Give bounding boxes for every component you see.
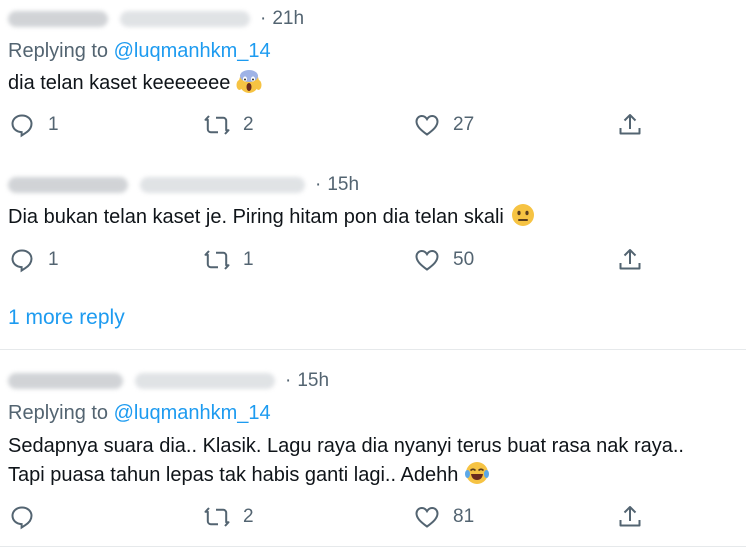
replying-to: Replying to @luqmanhkm_14 xyxy=(8,402,271,424)
bottom-divider xyxy=(0,546,746,547)
tweet-text-line-1: Sedapnya suara dia.. Klasik. Lagu raya d… xyxy=(8,435,684,457)
reply-button[interactable]: 1 xyxy=(9,247,59,273)
like-count: 81 xyxy=(453,506,475,527)
retweet-icon xyxy=(204,115,230,135)
retweet-count: 2 xyxy=(243,506,254,527)
share-icon xyxy=(619,506,641,527)
handle-redacted[interactable] xyxy=(120,11,250,27)
retweet-button[interactable]: 2 xyxy=(204,504,254,530)
display-name-redacted[interactable] xyxy=(8,11,108,27)
display-name-redacted[interactable] xyxy=(8,177,128,193)
screaming-face-emoji xyxy=(236,70,262,93)
retweet-icon xyxy=(204,507,230,527)
reply-count: 1 xyxy=(48,114,59,135)
reply-button[interactable] xyxy=(9,504,48,530)
like-button[interactable]: 27 xyxy=(414,112,474,138)
like-count: 27 xyxy=(453,114,475,135)
like-count: 50 xyxy=(453,249,475,270)
replying-to: Replying to @luqmanhkm_14 xyxy=(8,40,271,62)
timestamp[interactable]: 15h xyxy=(297,370,329,392)
retweet-button[interactable]: 2 xyxy=(204,112,254,138)
heart-icon xyxy=(415,506,439,528)
neutral-face-emoji xyxy=(511,204,534,226)
like-button[interactable]: 81 xyxy=(414,504,474,530)
retweet-icon xyxy=(204,250,230,270)
tweet-actions: 2 81 xyxy=(0,504,746,534)
share-button[interactable] xyxy=(617,504,643,530)
display-name-redacted[interactable] xyxy=(8,373,123,389)
timestamp[interactable]: 15h xyxy=(327,174,359,196)
reply-icon xyxy=(11,249,33,273)
tweet-header: · 21h xyxy=(8,8,304,30)
reply-count: 1 xyxy=(48,249,59,270)
show-more-replies-link[interactable]: 1 more reply xyxy=(8,306,125,330)
share-button[interactable] xyxy=(617,112,643,138)
replying-handle-link[interactable]: @luqmanhkm_14 xyxy=(114,402,271,424)
handle-redacted[interactable] xyxy=(135,373,275,389)
like-button[interactable]: 50 xyxy=(414,247,474,273)
heart-icon xyxy=(415,114,439,136)
retweet-button[interactable]: 1 xyxy=(204,247,254,273)
replying-handle-link[interactable]: @luqmanhkm_14 xyxy=(114,40,271,62)
share-icon xyxy=(619,114,641,135)
tweet-actions: 1 2 27 xyxy=(0,112,746,142)
thread-divider xyxy=(0,349,746,350)
tweet-text-line-2: Tapi puasa tahun lepas tak habis ganti l… xyxy=(8,460,490,490)
tweet-actions: 1 1 50 xyxy=(0,247,746,277)
tears-of-joy-emoji xyxy=(465,462,490,484)
tweet-text: dia telan kaset keeeeeee xyxy=(8,68,262,98)
share-button[interactable] xyxy=(617,247,643,273)
reply-button[interactable]: 1 xyxy=(9,112,59,138)
retweet-count: 1 xyxy=(243,249,254,270)
share-icon xyxy=(619,249,641,270)
timestamp[interactable]: 21h xyxy=(272,8,304,30)
tweet-header: · 15h xyxy=(8,370,329,392)
reply-icon xyxy=(11,506,33,530)
reply-icon xyxy=(11,114,33,138)
heart-icon xyxy=(415,249,439,271)
tweet-text: Dia bukan telan kaset je. Piring hitam p… xyxy=(8,202,536,232)
tweet-header: · 15h xyxy=(8,174,359,196)
handle-redacted[interactable] xyxy=(140,177,305,193)
retweet-count: 2 xyxy=(243,114,254,135)
